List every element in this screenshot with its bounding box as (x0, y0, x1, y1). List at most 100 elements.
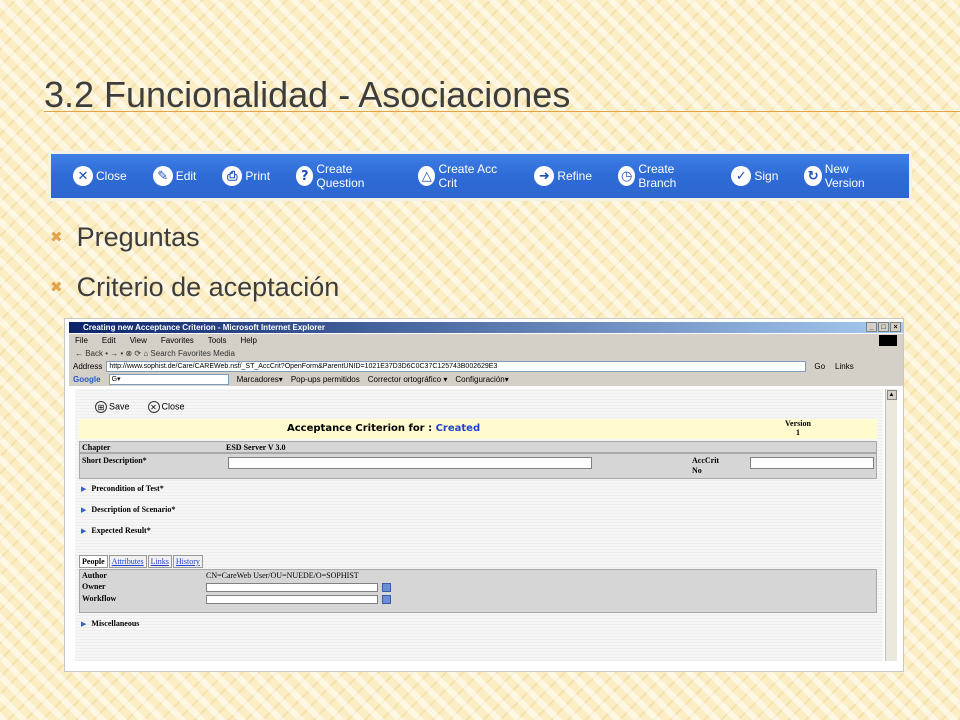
section-miscellaneous[interactable]: ▶ Miscellaneous (81, 619, 139, 628)
save-button[interactable]: ⊞ Save (95, 401, 130, 413)
menu-bar: File Edit View Favorites Tools Help (69, 334, 903, 347)
section-scenario[interactable]: ▶ Description of Scenario* (81, 505, 175, 514)
slide-title: 3.2 Funcionalidad - Asociaciones (44, 74, 571, 115)
section-label: Description of Scenario* (91, 505, 176, 514)
acccrit-label-line1: AccCrit (692, 456, 720, 465)
expand-triangle-icon: ▶ (81, 526, 87, 535)
menu-help[interactable]: Help (240, 334, 256, 347)
google-settings[interactable]: Configuración▾ (455, 373, 508, 386)
minimize-icon[interactable]: _ (866, 322, 877, 332)
bullet-item: ✖ Preguntas (50, 212, 339, 262)
people-panel: Author CN=CareWeb User/OU=NUEDE/O=SOPHIS… (79, 569, 877, 613)
expand-triangle-icon: ▶ (81, 619, 87, 628)
create-question-button[interactable]: ? Create Question (296, 162, 392, 190)
window-title: Creating new Acceptance Criterion - Micr… (83, 323, 325, 332)
owner-picker-button[interactable] (382, 583, 391, 592)
print-icon: ⎙ (222, 166, 243, 186)
browser-screenshot: Creating new Acceptance Criterion - Micr… (64, 318, 904, 672)
form-header-title: Acceptance Criterion for : Created (287, 423, 480, 434)
menu-favorites[interactable]: Favorites (161, 334, 194, 347)
menu-file[interactable]: File (75, 334, 88, 347)
address-bar: Address http://www.sophist.de/Care/CAREW… (69, 360, 903, 373)
close-icon: ✕ (73, 166, 93, 186)
address-input[interactable]: http://www.sophist.de/Care/CAREWeb.nsf/_… (106, 361, 807, 372)
edit-label: Edit (175, 169, 197, 183)
vertical-scrollbar[interactable]: ▲ (885, 389, 897, 661)
section-label: Miscellaneous (91, 619, 140, 628)
acccrit-label-line2: No (692, 466, 702, 475)
workflow-picker-button[interactable] (382, 595, 391, 604)
new-version-icon: ↻ (804, 166, 822, 186)
google-popups[interactable]: Pop-ups permitidos (291, 373, 360, 386)
edit-button[interactable]: ✎ Edit (152, 166, 197, 186)
standard-toolbar[interactable]: ← Back • → • ⊗ ⟳ ⌂ Search Favorites Medi… (69, 347, 903, 360)
version-number: 1 (795, 428, 800, 437)
window-titlebar: Creating new Acceptance Criterion - Micr… (69, 322, 903, 333)
chapter-row: Chapter ESD Server V 3.0 (79, 441, 877, 453)
workflow-input[interactable] (206, 595, 378, 604)
sign-label: Sign (754, 169, 779, 183)
print-button[interactable]: ⎙ Print (222, 166, 270, 186)
google-toolbar: Google G▾ Marcadores▾ Pop-ups permitidos… (69, 373, 903, 386)
google-bookmarks[interactable]: Marcadores▾ (237, 373, 283, 386)
create-acc-crit-label: Create Acc Crit (438, 162, 498, 190)
tab-history[interactable]: History (172, 555, 203, 568)
sign-button[interactable]: ✓ Sign (731, 166, 778, 186)
chapter-label: Chapter (82, 443, 111, 452)
workflow-label: Workflow (82, 594, 117, 603)
author-label: Author (82, 571, 107, 580)
create-acc-crit-button[interactable]: △ Create Acc Crit (418, 162, 508, 190)
scroll-up-arrow-icon[interactable]: ▲ (886, 390, 897, 400)
print-label: Print (245, 169, 271, 183)
acccrit-no-input[interactable] (750, 457, 874, 469)
menu-view[interactable]: View (130, 334, 147, 347)
close-window-icon[interactable]: × (890, 322, 901, 332)
edit-icon: ✎ (152, 166, 173, 186)
owner-input[interactable] (206, 583, 378, 592)
links-button[interactable]: Links (835, 360, 854, 373)
short-description-input[interactable] (228, 457, 592, 469)
bullet-item: ✖ Criterio de aceptación (50, 262, 339, 312)
refine-button[interactable]: ➜ Refine (534, 166, 592, 186)
form-close-button[interactable]: ✕ Close (147, 401, 185, 413)
windows-logo-icon (879, 335, 897, 346)
owner-label: Owner (82, 582, 106, 591)
short-description-row: Short Description* AccCrit No (79, 453, 877, 479)
close-icon: ✕ (147, 401, 160, 413)
short-description-label: Short Description* (82, 456, 147, 465)
new-version-button[interactable]: ↻ New Version (804, 162, 883, 190)
expand-triangle-icon: ▶ (81, 484, 87, 493)
tab-people[interactable]: People (79, 555, 108, 568)
google-search-input[interactable]: G▾ (108, 374, 229, 385)
save-icon: ⊞ (95, 401, 107, 413)
close-label: Close (96, 169, 127, 183)
maximize-icon[interactable]: □ (878, 322, 889, 332)
form-close-label: Close (161, 401, 185, 412)
care-toolbar: ✕ Close ✎ Edit ⎙ Print ? Create Question △ Cr… (48, 151, 912, 201)
section-label: Precondition of Test* (91, 484, 164, 493)
create-branch-button[interactable]: ◷ Create Branch (618, 162, 705, 190)
address-label: Address (73, 362, 103, 371)
question-icon: ? (296, 166, 314, 186)
google-spellcheck[interactable]: Corrector ortográfico ▾ (368, 373, 448, 386)
tab-links[interactable]: Links (147, 555, 172, 568)
tab-attributes[interactable]: Attributes (108, 555, 147, 568)
menu-tools[interactable]: Tools (208, 334, 227, 347)
author-value: CN=CareWeb User/OU=NUEDE/O=SOPHIST (206, 571, 359, 580)
title-underline (44, 111, 960, 112)
save-label: Save (109, 401, 130, 412)
expand-triangle-icon: ▶ (81, 505, 87, 514)
section-precondition[interactable]: ▶ Precondition of Test* (81, 484, 164, 493)
branch-icon: ◷ (618, 166, 636, 186)
create-branch-label: Create Branch (638, 162, 677, 190)
form-actions: ⊞ Save ✕ Close (95, 401, 185, 413)
menu-edit[interactable]: Edit (102, 334, 116, 347)
go-button[interactable]: Go (814, 360, 825, 373)
section-expected-result[interactable]: ▶ Expected Result* (81, 526, 151, 535)
close-button[interactable]: ✕ Close (73, 166, 127, 186)
chapter-value: ESD Server V 3.0 (226, 443, 286, 452)
bullet-x-icon: ✖ (50, 278, 63, 296)
bullet-text: Criterio de aceptación (76, 271, 340, 302)
google-logo: Google (73, 375, 101, 384)
refine-icon: ➜ (534, 166, 555, 186)
